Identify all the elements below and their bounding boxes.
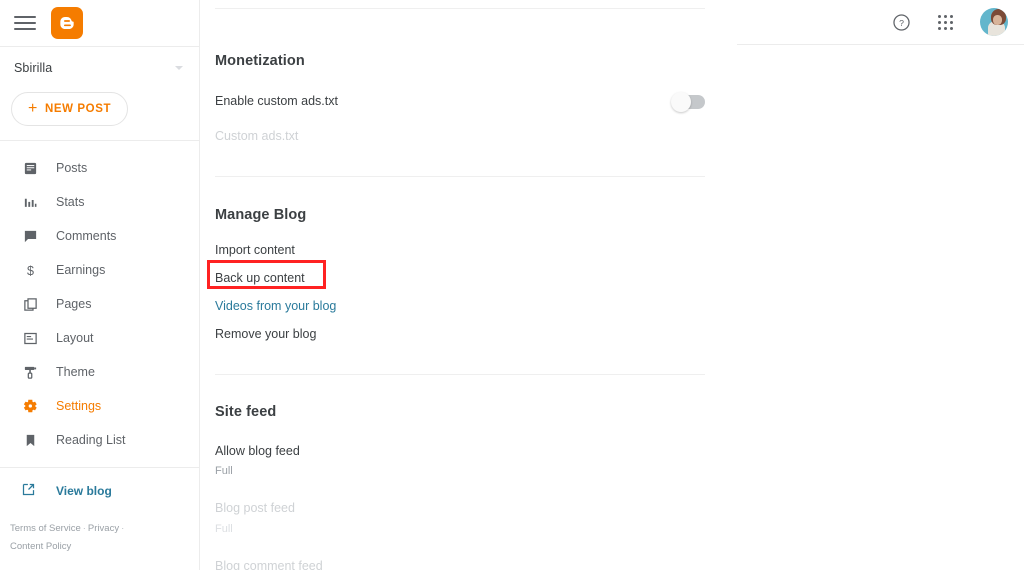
view-blog-button[interactable]: View blog bbox=[0, 476, 199, 506]
sidebar-item-layout[interactable]: Layout bbox=[0, 321, 199, 355]
legal-separator: · bbox=[82, 523, 86, 534]
legal-links: Terms of Service · Privacy · Content Policy bbox=[0, 506, 199, 556]
sidebar: Sbirilla + NEW POST Posts Stats Comments… bbox=[0, 0, 200, 570]
earnings-icon: $ bbox=[21, 261, 39, 279]
sidebar-item-settings[interactable]: Settings bbox=[0, 389, 199, 423]
sidebar-item-label: Settings bbox=[56, 399, 102, 413]
sidebar-item-earnings[interactable]: $ Earnings bbox=[0, 253, 199, 287]
setting-row-enable-custom-ads[interactable]: Enable custom ads.txt bbox=[215, 84, 705, 112]
setting-label: Enable custom ads.txt bbox=[215, 94, 338, 108]
blogger-settings-page: Sbirilla + NEW POST Posts Stats Comments… bbox=[0, 0, 1024, 570]
setting-label: Custom ads.txt bbox=[215, 129, 299, 144]
settings-content-inner: Monetization Enable custom ads.txt Custo… bbox=[207, 8, 705, 570]
sidebar-item-label: Theme bbox=[56, 365, 95, 379]
sidebar-brand-bar bbox=[0, 0, 199, 47]
sidebar-item-posts[interactable]: Posts bbox=[0, 151, 199, 185]
comments-icon bbox=[21, 227, 39, 245]
new-post-label: NEW POST bbox=[44, 103, 112, 115]
sidebar-item-theme[interactable]: Theme bbox=[0, 355, 199, 389]
setting-row-custom-ads: Custom ads.txt bbox=[215, 119, 705, 147]
manage-blog-back-up-content[interactable]: Back up content bbox=[215, 264, 705, 292]
layout-icon bbox=[21, 329, 39, 347]
reading-list-icon bbox=[21, 431, 39, 449]
view-blog-label: View blog bbox=[56, 484, 112, 498]
blogger-logo-icon[interactable] bbox=[51, 7, 83, 39]
sidebar-item-label: Posts bbox=[56, 161, 88, 175]
sidebar-item-label: Stats bbox=[56, 195, 85, 209]
manage-blog-videos-from-your-blog[interactable]: Videos from your blog bbox=[215, 292, 705, 320]
sidebar-item-label: Earnings bbox=[56, 263, 106, 277]
section-title-monetization: Monetization bbox=[215, 53, 305, 69]
setting-row-blog-comment-feed: Blog comment feed Full bbox=[215, 549, 705, 570]
sidebar-item-label: Reading List bbox=[56, 433, 126, 447]
new-post-button[interactable]: + NEW POST bbox=[11, 92, 129, 126]
sidebar-item-label: Pages bbox=[56, 297, 92, 311]
stats-icon bbox=[21, 193, 39, 211]
section-title-manage-blog: Manage Blog bbox=[215, 207, 307, 224]
sidebar-item-comments[interactable]: Comments bbox=[0, 219, 199, 253]
sidebar-item-stats[interactable]: Stats bbox=[0, 185, 199, 219]
legal-separator: · bbox=[121, 523, 125, 534]
chevron-down-icon bbox=[175, 65, 183, 70]
terms-of-service-link[interactable]: Terms of Service bbox=[10, 523, 81, 534]
privacy-link[interactable]: Privacy bbox=[88, 523, 119, 534]
setting-label: Blog comment feed bbox=[215, 558, 323, 570]
setting-text-group: Blog comment feed Full bbox=[215, 557, 323, 570]
new-post-container: + NEW POST bbox=[0, 88, 199, 140]
settings-gear-icon bbox=[21, 397, 39, 415]
theme-icon bbox=[21, 363, 39, 381]
sidebar-nav: Posts Stats Comments $ Earnings Pages La… bbox=[0, 140, 199, 556]
manage-blog-remove-your-blog[interactable]: Remove your blog bbox=[215, 320, 705, 348]
blog-name: Sbirilla bbox=[14, 60, 53, 75]
setting-text-group: Allow blog feed Full bbox=[215, 442, 300, 477]
manage-blog-import-content[interactable]: Import content bbox=[215, 236, 705, 264]
settings-content: Monetization Enable custom ads.txt Custo… bbox=[201, 0, 1024, 570]
toggle-knob bbox=[671, 92, 691, 112]
setting-label: Allow blog feed bbox=[215, 444, 300, 459]
sidebar-divider bbox=[0, 467, 199, 468]
setting-label: Blog post feed bbox=[215, 501, 295, 516]
enable-custom-ads-toggle[interactable] bbox=[671, 92, 705, 112]
sidebar-item-reading-list[interactable]: Reading List bbox=[0, 423, 199, 457]
sidebar-item-pages[interactable]: Pages bbox=[0, 287, 199, 321]
sidebar-item-label: Layout bbox=[56, 331, 94, 345]
setting-row-allow-blog-feed[interactable]: Allow blog feed Full bbox=[215, 434, 705, 479]
posts-icon bbox=[21, 159, 39, 177]
sidebar-item-label: Comments bbox=[56, 229, 117, 243]
hamburger-menu-icon[interactable] bbox=[14, 14, 36, 32]
section-title-site-feed: Site feed bbox=[215, 404, 277, 421]
content-policy-link[interactable]: Content Policy bbox=[10, 541, 71, 552]
setting-value: Full bbox=[215, 522, 233, 535]
setting-text-group: Enable custom ads.txt bbox=[215, 92, 338, 110]
setting-text-group: Blog post feed Full bbox=[215, 499, 295, 534]
setting-value: Full bbox=[215, 465, 233, 478]
external-link-icon bbox=[21, 482, 39, 500]
svg-text:$: $ bbox=[27, 263, 34, 277]
pages-icon bbox=[21, 295, 39, 313]
plus-icon: + bbox=[28, 99, 38, 117]
blog-selector[interactable]: Sbirilla bbox=[0, 47, 199, 88]
setting-row-blog-post-feed: Blog post feed Full bbox=[215, 491, 705, 536]
